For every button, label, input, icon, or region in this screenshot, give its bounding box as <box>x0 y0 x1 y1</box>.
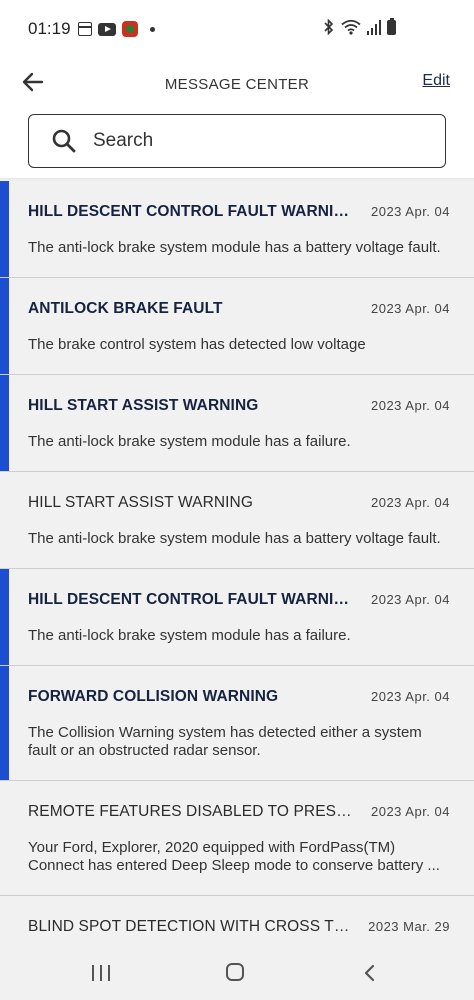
unread-indicator <box>0 181 9 277</box>
message-header: REMOTE FEATURES DISABLED TO PRESERVE BA.… <box>28 803 450 821</box>
message-date: 2023 Apr. 04 <box>370 495 450 510</box>
unread-indicator <box>0 666 9 780</box>
message-title: ANTILOCK BRAKE FAULT <box>28 300 223 317</box>
more-notifications-dot <box>150 26 155 32</box>
message-header: ANTILOCK BRAKE FAULT 2023 Apr. 04 <box>28 300 450 318</box>
unread-indicator <box>0 278 9 374</box>
message-title: HILL START ASSIST WARNING <box>28 397 259 414</box>
message-date: 2023 Apr. 04 <box>370 301 450 316</box>
message-item[interactable]: FORWARD COLLISION WARNING 2023 Apr. 04 The… <box>0 666 474 781</box>
message-body: The anti-lock brake system module has a … <box>28 433 351 450</box>
message-date: 2023 Apr. 04 <box>370 804 450 819</box>
message-date: 2023 Apr. 04 <box>370 689 450 704</box>
status-time: 01:19 <box>28 19 71 38</box>
system-nav-bar <box>0 945 474 1000</box>
notification-icons <box>78 21 155 37</box>
message-item[interactable]: BLIND SPOT DETECTION WITH CROSS TRAFFIC 2… <box>0 896 474 945</box>
message-header: BLIND SPOT DETECTION WITH CROSS TRAFFIC 2… <box>28 918 450 936</box>
signal-icon <box>367 19 381 35</box>
message-header: FORWARD COLLISION WARNING 2023 Apr. 04 <box>28 688 450 706</box>
message-header: HILL START ASSIST WARNING 2023 Apr. 04 <box>28 397 450 415</box>
message-item[interactable]: REMOTE FEATURES DISABLED TO PRESERVE BA.… <box>0 781 474 896</box>
message-header: HILL DESCENT CONTROL FAULT WARNING 2023 A… <box>28 203 450 221</box>
back-nav-button[interactable] <box>360 963 380 983</box>
message-body: The anti-lock brake system module has a … <box>28 627 351 644</box>
status-bar: 01:19 <box>0 0 474 60</box>
message-title: HILL DESCENT CONTROL FAULT WARNING <box>28 203 356 220</box>
message-title: BLIND SPOT DETECTION WITH CROSS TRAFFIC <box>28 918 356 935</box>
message-title: FORWARD COLLISION WARNING <box>28 688 279 705</box>
message-body: The brake control system has detected lo… <box>28 336 366 353</box>
search-icon <box>52 129 76 153</box>
message-date: 2023 Apr. 04 <box>370 204 450 219</box>
message-date: 2023 Apr. 04 <box>370 398 450 413</box>
message-header: HILL DESCENT CONTROL FAULT WARNING 2023 A… <box>28 591 450 609</box>
message-header: HILL START ASSIST WARNING 2023 Apr. 04 <box>28 494 450 512</box>
message-body: The anti-lock brake system module has a … <box>28 239 441 256</box>
message-title: HILL DESCENT CONTROL FAULT WARNING <box>28 591 356 608</box>
unread-indicator <box>0 569 9 665</box>
page-title: MESSAGE CENTER <box>164 76 310 93</box>
message-item[interactable]: HILL DESCENT CONTROL FAULT WARNING 2023 A… <box>0 569 474 666</box>
wifi-icon <box>341 19 361 35</box>
message-item[interactable]: HILL DESCENT CONTROL FAULT WARNING 2023 A… <box>0 181 474 278</box>
message-item[interactable]: HILL START ASSIST WARNING 2023 Apr. 04 The… <box>0 472 474 569</box>
battery-icon <box>387 17 396 35</box>
app-header: MESSAGE CENTER Edit <box>0 60 474 106</box>
message-body: Your Ford, Explorer, 2020 equipped with … <box>28 839 440 874</box>
message-date: 2023 Mar. 29 <box>368 919 450 934</box>
message-item[interactable]: HILL START ASSIST WARNING 2023 Apr. 04 The… <box>0 375 474 472</box>
edit-button[interactable]: Edit <box>422 72 450 90</box>
home-button[interactable] <box>226 963 244 981</box>
message-body: The anti-lock brake system module has a … <box>28 530 441 547</box>
message-title: HILL START ASSIST WARNING <box>28 494 254 511</box>
app-notification-icon <box>122 21 138 37</box>
message-date: 2023 Apr. 04 <box>370 592 450 607</box>
recent-apps-button[interactable] <box>92 965 112 981</box>
message-body: The Collision Warning system has detecte… <box>28 724 422 759</box>
bluetooth-icon <box>324 19 334 35</box>
search-input[interactable] <box>91 123 425 159</box>
message-title: REMOTE FEATURES DISABLED TO PRESERVE BA.… <box>28 803 356 820</box>
calendar-icon <box>78 22 92 36</box>
message-item[interactable]: ANTILOCK BRAKE FAULT 2023 Apr. 04 The brak… <box>0 278 474 375</box>
unread-indicator <box>0 375 9 471</box>
message-list[interactable]: HILL DESCENT CONTROL FAULT WARNING 2023 A… <box>0 181 474 945</box>
system-icons <box>323 17 396 35</box>
youtube-icon <box>98 22 116 36</box>
search-bar[interactable] <box>28 114 446 168</box>
